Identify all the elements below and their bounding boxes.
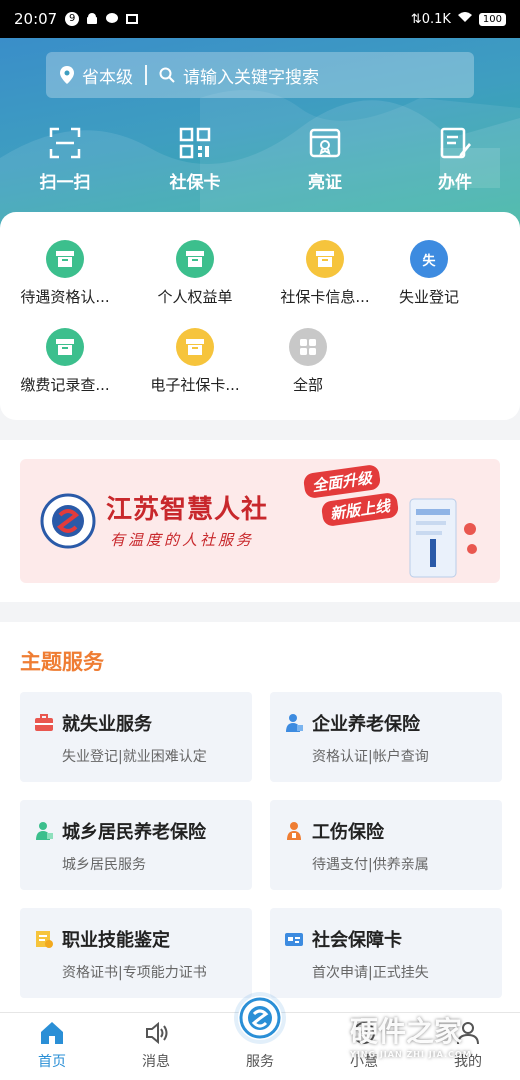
image-icon xyxy=(125,12,139,26)
promo-banner[interactable]: 江苏智慧人社 有温度的人社服务 全面升级 新版上线 xyxy=(20,459,500,583)
tab-label: 首页 xyxy=(38,1054,66,1070)
watermark-text: 硬件之家 xyxy=(350,1015,463,1048)
box-icon xyxy=(176,240,214,278)
certificate-icon xyxy=(36,931,53,948)
center-service-logo[interactable] xyxy=(238,996,282,1040)
theme-card-injury-insurance[interactable]: 工伤保险 待遇支付|供养亲属 xyxy=(270,800,502,890)
service-personal-rights[interactable]: 个人权益单 xyxy=(130,240,260,307)
theme-services-section: 主题服务 就失业服务 失业登记|就业困难认定 企业养老保险 资格认证|帐户查询 … xyxy=(0,622,520,1012)
card-title: 工伤保险 xyxy=(312,822,384,843)
watermark: 硬件之家 YING JIAN ZHI JIA.COM xyxy=(350,1010,472,1059)
tab-messages[interactable]: 消息 xyxy=(104,1013,208,1080)
notification-badge-icon: 9 xyxy=(65,12,80,26)
show-certificate-button[interactable]: 亮证 xyxy=(260,126,390,193)
service-grid: 待遇资格认... 个人权益单 社保卡信息... 失 失业登记 缴费记录查... … xyxy=(0,212,520,420)
certificate-icon xyxy=(309,128,341,158)
section-title: 主题服务 xyxy=(20,650,104,674)
show-certificate-label: 亮证 xyxy=(308,173,342,193)
banner-section: 江苏智慧人社 有温度的人社服务 全面升级 新版上线 xyxy=(0,440,520,602)
card-title: 就失业服务 xyxy=(62,714,152,735)
service-label: 个人权益单 xyxy=(157,288,233,306)
search-input[interactable]: 请输入关键字搜索 xyxy=(183,63,319,88)
divider xyxy=(145,65,147,85)
card-subtitle: 首次申请|正式挂失 xyxy=(312,965,429,981)
upgrade-tag: 全面升级 xyxy=(302,463,382,500)
service-label: 电子社保卡... xyxy=(150,376,240,394)
service-unemployment-register[interactable]: 失 失业登记 xyxy=(364,240,494,307)
theme-card-employment[interactable]: 就失业服务 失业登记|就业困难认定 xyxy=(20,692,252,782)
hero-header: 省本级 请输入关键字搜索 扫一扫 社保卡 亮证 办件 xyxy=(0,38,520,238)
qr-code-icon xyxy=(179,127,211,159)
card-subtitle: 待遇支付|供养亲属 xyxy=(312,857,429,873)
scan-label: 扫一扫 xyxy=(39,173,91,193)
card-icon xyxy=(285,933,303,946)
search-icon xyxy=(159,67,175,83)
service-label: 社保卡信息... xyxy=(280,288,370,306)
theme-card-social-security-card[interactable]: 社会保障卡 首次申请|正式挂失 xyxy=(270,908,502,998)
theme-card-skill-appraisal[interactable]: 职业技能鉴定 资格证书|专项能力证书 xyxy=(20,908,252,998)
chat-icon xyxy=(105,12,119,26)
network-speed: ⇅0.1K xyxy=(410,11,451,27)
service-label: 缴费记录查... xyxy=(20,376,110,394)
tab-label: 服务 xyxy=(246,1054,274,1070)
handle-case-button[interactable]: 办件 xyxy=(390,126,520,193)
card-subtitle: 资格证书|专项能力证书 xyxy=(62,965,207,981)
tab-home[interactable]: 首页 xyxy=(0,1013,104,1080)
jiangsu-hrss-logo-icon xyxy=(40,493,96,549)
theme-card-enterprise-pension[interactable]: 企业养老保险 资格认证|帐户查询 xyxy=(270,692,502,782)
status-bar: 20:07 9 ⇅0.1K 100 xyxy=(0,0,520,38)
scan-button[interactable]: 扫一扫 xyxy=(0,126,130,193)
service-e-social-card[interactable]: 电子社保卡... xyxy=(130,328,260,395)
banner-subtitle: 有温度的人社服务 xyxy=(110,531,255,549)
shield-icon: 失 xyxy=(410,240,448,278)
watermark-subtext: YING JIAN ZHI JIA.COM xyxy=(350,1050,472,1059)
service-all[interactable]: 全部 xyxy=(243,328,373,395)
location-pin-icon xyxy=(60,66,74,84)
home-icon xyxy=(41,1022,63,1044)
briefcase-icon xyxy=(35,714,53,731)
card-title: 职业技能鉴定 xyxy=(62,930,170,951)
new-version-tag: 新版上线 xyxy=(320,491,400,528)
handle-case-label: 办件 xyxy=(438,173,472,193)
box-icon xyxy=(176,328,214,366)
grid-icon xyxy=(289,328,327,366)
card-title: 企业养老保险 xyxy=(312,714,420,735)
battery-icon: 100 xyxy=(478,12,506,26)
service-label: 待遇资格认... xyxy=(20,288,110,306)
quick-actions: 扫一扫 社保卡 亮证 办件 xyxy=(0,126,520,193)
box-icon xyxy=(306,240,344,278)
elder-icon xyxy=(36,822,53,840)
speaker-icon xyxy=(146,1021,168,1045)
box-icon xyxy=(46,240,84,278)
social-card-label: 社保卡 xyxy=(169,173,221,193)
android-icon xyxy=(85,12,99,26)
card-subtitle: 城乡居民服务 xyxy=(62,857,146,873)
scan-icon xyxy=(49,127,81,159)
card-subtitle: 失业登记|就业困难认定 xyxy=(62,749,207,765)
card-title: 城乡居民养老保险 xyxy=(62,822,206,843)
card-subtitle: 资格认证|帐户查询 xyxy=(312,749,429,765)
search-bar[interactable]: 省本级 请输入关键字搜索 xyxy=(46,52,474,98)
wifi-icon xyxy=(457,11,473,27)
phone-illustration-icon xyxy=(409,498,477,578)
banner-title: 江苏智慧人社 xyxy=(106,495,269,525)
service-qualification-cert[interactable]: 待遇资格认... xyxy=(0,240,130,307)
service-label: 全部 xyxy=(292,376,323,394)
clock: 20:07 xyxy=(14,10,58,28)
elder-icon xyxy=(286,714,303,732)
worker-icon xyxy=(287,822,301,840)
tab-label: 消息 xyxy=(142,1054,170,1070)
social-card-button[interactable]: 社保卡 xyxy=(130,126,260,193)
service-payment-record[interactable]: 缴费记录查... xyxy=(0,328,130,395)
service-label: 失业登记 xyxy=(398,288,459,306)
location-selector[interactable]: 省本级 xyxy=(82,63,133,88)
box-icon xyxy=(46,328,84,366)
document-edit-icon xyxy=(440,127,471,159)
logo-icon xyxy=(239,997,281,1039)
theme-card-resident-pension[interactable]: 城乡居民养老保险 城乡居民服务 xyxy=(20,800,252,890)
card-title: 社会保障卡 xyxy=(312,930,402,951)
